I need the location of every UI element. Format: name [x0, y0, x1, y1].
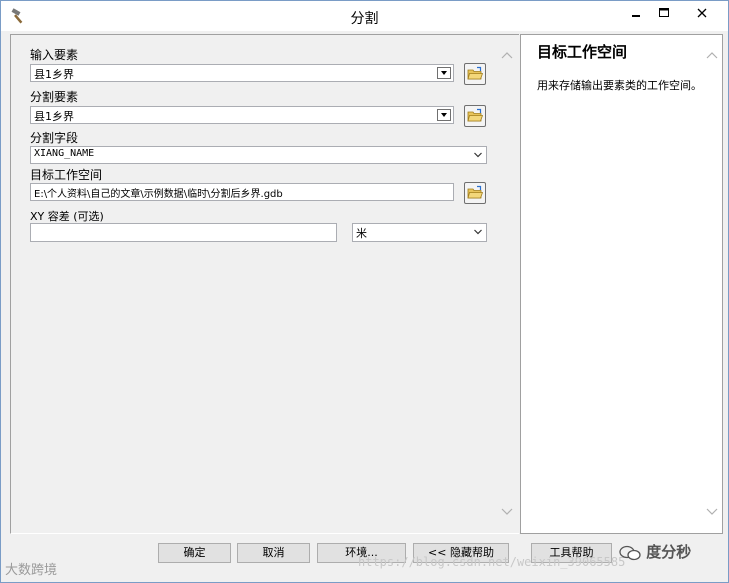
unit-value: 米 — [356, 227, 367, 240]
output-workspace-value: E:\个人资料\自己的文章\示例数据\临时\分割后乡界.gdb — [34, 189, 283, 200]
watermark-logo: 度分秒 — [619, 541, 691, 562]
wechat-icon — [619, 543, 646, 561]
browse-split-button[interactable] — [464, 105, 486, 127]
input-features-dropdown[interactable]: 县1乡界 — [30, 64, 454, 82]
help-title: 目标工作空间 — [537, 43, 628, 61]
window-title: 分割 — [350, 11, 379, 27]
open-folder-icon — [467, 108, 484, 122]
split-features-value: 县1乡界 — [34, 110, 74, 123]
watermark-logo-text: 度分秒 — [646, 543, 692, 561]
output-workspace-label: 目标工作空间 — [30, 168, 103, 182]
output-workspace-input[interactable]: E:\个人资料\自己的文章\示例数据\临时\分割后乡界.gdb — [30, 183, 454, 201]
scroll-down-icon[interactable] — [501, 505, 513, 515]
open-folder-icon — [467, 66, 484, 80]
dropdown-arrow-icon[interactable] — [437, 109, 451, 121]
xy-tolerance-input[interactable] — [30, 223, 337, 242]
close-button[interactable] — [679, 3, 725, 23]
help-body: 用来存储输出要素类的工作空间。 — [537, 79, 702, 92]
watermark-left: 大数跨境 — [5, 563, 58, 578]
split-features-label: 分割要素 — [30, 90, 79, 104]
split-field-value: XIANG_NAME — [34, 148, 95, 159]
scroll-up-icon[interactable] — [501, 50, 513, 60]
help-scroll-up-icon[interactable] — [706, 50, 718, 60]
xy-tolerance-label: XY 容差 (可选) — [30, 210, 104, 223]
watermark-url: https://blog.csdn.net/weixin_39065585 — [358, 555, 626, 569]
ok-button[interactable]: 确定 — [158, 543, 231, 563]
minimize-button[interactable] — [623, 3, 649, 23]
browse-input-button[interactable] — [464, 63, 486, 85]
parameters-panel: 输入要素 县1乡界 分割要素 县1乡界 分割字段 XIANG_NAME 目标工作… — [10, 34, 519, 534]
dropdown-arrow-icon[interactable] — [437, 67, 451, 79]
dialog-window: 分割 输入要素 县1乡界 分割要素 县1乡界 分割字段 XIANG_NAME 目… — [0, 0, 729, 583]
input-features-label: 输入要素 — [30, 48, 79, 62]
help-scroll-down-icon[interactable] — [706, 505, 718, 515]
split-field-select[interactable]: XIANG_NAME — [30, 146, 487, 164]
input-features-value: 县1乡界 — [34, 68, 74, 81]
help-panel: 目标工作空间 用来存储输出要素类的工作空间。 — [520, 34, 723, 534]
title-bar: 分割 — [1, 1, 728, 31]
unit-select[interactable]: 米 — [352, 223, 487, 242]
browse-workspace-button[interactable] — [464, 182, 486, 204]
chevron-down-icon[interactable] — [473, 150, 483, 160]
open-folder-icon — [467, 185, 484, 199]
maximize-button[interactable] — [651, 3, 677, 23]
chevron-down-icon[interactable] — [473, 227, 483, 237]
split-field-label: 分割字段 — [30, 131, 79, 145]
split-features-dropdown[interactable]: 县1乡界 — [30, 106, 454, 124]
cancel-button[interactable]: 取消 — [237, 543, 310, 563]
